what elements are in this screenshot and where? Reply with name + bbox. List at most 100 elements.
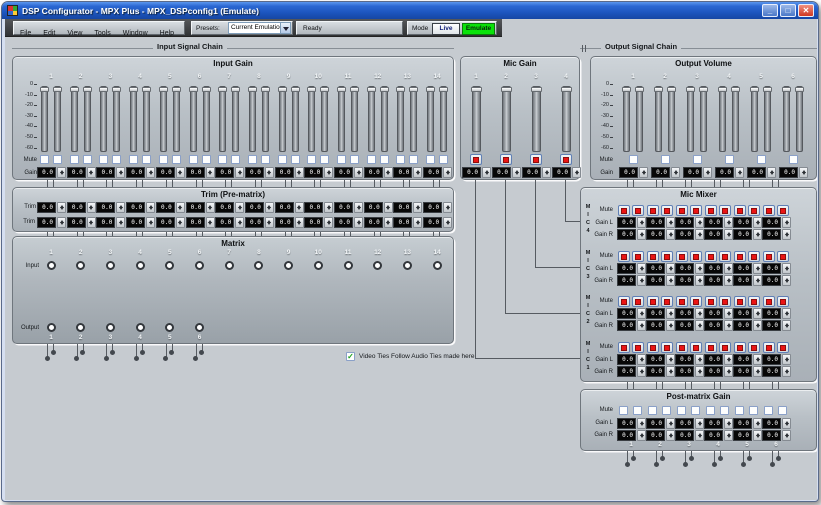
output-volume-5-value[interactable]: 0.0 bbox=[747, 167, 766, 178]
output-volume-fader-r-2-track[interactable] bbox=[668, 86, 675, 152]
mic-mixer-mute-4-3-l[interactable] bbox=[676, 205, 688, 216]
spinner-down-icon[interactable] bbox=[640, 234, 644, 237]
input-gain-mute-9-l[interactable] bbox=[278, 155, 287, 164]
spinner-down-icon[interactable] bbox=[60, 172, 64, 175]
post-matrix-gain-l-4-value[interactable]: 0.0 bbox=[704, 418, 723, 429]
input-gain-fader-r-2-thumb[interactable] bbox=[83, 87, 92, 92]
mic-mixer-mute-2-5-l[interactable] bbox=[734, 296, 746, 307]
input-gain-7-value[interactable]: 0.0 bbox=[215, 167, 234, 178]
mic-mixer-2-gain-r-4-spinner[interactable] bbox=[724, 320, 733, 331]
input-gain-mute-6-l[interactable] bbox=[189, 155, 198, 164]
mic-mixer-1-gain-l-4-spinner[interactable] bbox=[724, 354, 733, 365]
mic-mixer-2-gain-r-3-value[interactable]: 0.0 bbox=[675, 320, 694, 331]
spinner-down-icon[interactable] bbox=[669, 234, 673, 237]
post-matrix-gain-l-1-value[interactable]: 0.0 bbox=[617, 418, 636, 429]
mic-mixer-4-gain-l-6-spinner[interactable] bbox=[782, 217, 791, 228]
matrix-input-node-7[interactable] bbox=[225, 261, 234, 270]
input-gain-fader-r-5-track[interactable] bbox=[173, 86, 180, 152]
mic-mixer-mute-3-1-l[interactable] bbox=[618, 251, 630, 262]
mic-mixer-2-gain-r-2-spinner[interactable] bbox=[666, 320, 675, 331]
output-volume-fader-r-1-track[interactable] bbox=[636, 86, 643, 152]
output-volume-mute-3[interactable] bbox=[693, 155, 702, 164]
mic-mixer-2-gain-r-3-spinner[interactable] bbox=[695, 320, 704, 331]
matrix-output-node-5[interactable] bbox=[165, 323, 174, 332]
output-volume-fader-l-4-track[interactable] bbox=[719, 86, 726, 152]
mic-mixer-mute-2-3-r[interactable] bbox=[690, 296, 702, 307]
trim-r-14-spinner[interactable] bbox=[443, 217, 452, 228]
input-gain-fader-r-14-track[interactable] bbox=[440, 86, 447, 152]
mic-mixer-4-gain-l-4-value[interactable]: 0.0 bbox=[704, 217, 723, 228]
spinner-down-icon[interactable] bbox=[770, 172, 774, 175]
post-matrix-mute-4-l[interactable] bbox=[706, 406, 715, 415]
spinner-down-icon[interactable] bbox=[669, 313, 673, 316]
matrix-input-node-1[interactable] bbox=[47, 261, 56, 270]
spinner-down-icon[interactable] bbox=[446, 207, 450, 210]
spinner-down-icon[interactable] bbox=[669, 268, 673, 271]
input-gain-mute-4-l[interactable] bbox=[129, 155, 138, 164]
mic-mixer-3-gain-l-5-value[interactable]: 0.0 bbox=[733, 263, 752, 274]
input-gain-11-value[interactable]: 0.0 bbox=[334, 167, 353, 178]
mic-mixer-4-gain-l-5-value[interactable]: 0.0 bbox=[733, 217, 752, 228]
close-button[interactable]: ✕ bbox=[798, 4, 814, 17]
output-volume-fader-l-5-thumb[interactable] bbox=[750, 87, 759, 92]
trim-r-3-spinner[interactable] bbox=[116, 217, 125, 228]
trim-r-13-spinner[interactable] bbox=[413, 217, 422, 228]
mic-mixer-mute-2-6-r[interactable] bbox=[777, 296, 789, 307]
mic-mixer-3-gain-l-2-spinner[interactable] bbox=[666, 263, 675, 274]
input-gain-mute-11-r[interactable] bbox=[350, 155, 359, 164]
post-matrix-gain-r-1-spinner[interactable] bbox=[637, 430, 646, 441]
spinner-down-icon[interactable] bbox=[669, 222, 673, 225]
matrix-input-node-4[interactable] bbox=[136, 261, 145, 270]
mic-mixer-3-gain-l-3-spinner[interactable] bbox=[695, 263, 704, 274]
input-gain-fader-r-3-thumb[interactable] bbox=[112, 87, 121, 92]
trim-r-11-spinner[interactable] bbox=[354, 217, 363, 228]
output-volume-4-spinner[interactable] bbox=[735, 167, 744, 178]
output-volume-fader-l-6-thumb[interactable] bbox=[782, 87, 791, 92]
output-volume-fader-r-6-track[interactable] bbox=[796, 86, 803, 152]
mic-mixer-mute-1-4-l[interactable] bbox=[705, 342, 717, 353]
mic-mixer-4-gain-l-3-spinner[interactable] bbox=[695, 217, 704, 228]
input-gain-mute-7-l[interactable] bbox=[218, 155, 227, 164]
input-gain-13-spinner[interactable] bbox=[413, 167, 422, 178]
matrix-input-node-12[interactable] bbox=[373, 261, 382, 270]
mic-mixer-1-gain-l-2-spinner[interactable] bbox=[666, 354, 675, 365]
trim-l-3-value[interactable]: 0.0 bbox=[96, 202, 115, 213]
spinner-down-icon[interactable] bbox=[640, 222, 644, 225]
output-volume-fader-l-2-track[interactable] bbox=[655, 86, 662, 152]
spinner-down-icon[interactable] bbox=[756, 313, 760, 316]
mic-mixer-1-gain-l-5-value[interactable]: 0.0 bbox=[733, 354, 752, 365]
input-gain-fader-l-9-thumb[interactable] bbox=[278, 87, 287, 92]
post-matrix-gain-r-6-value[interactable]: 0.0 bbox=[762, 430, 781, 441]
input-gain-fader-r-4-thumb[interactable] bbox=[142, 87, 151, 92]
mic-mixer-4-gain-l-1-value[interactable]: 0.0 bbox=[617, 217, 636, 228]
mic-mixer-2-gain-r-5-value[interactable]: 0.0 bbox=[733, 320, 752, 331]
spinner-down-icon[interactable] bbox=[756, 359, 760, 362]
mic-mixer-4-gain-r-6-spinner[interactable] bbox=[782, 229, 791, 240]
mic-mixer-mute-1-3-l[interactable] bbox=[676, 342, 688, 353]
spinner-down-icon[interactable] bbox=[802, 172, 806, 175]
trim-l-5-value[interactable]: 0.0 bbox=[156, 202, 175, 213]
trim-l-14-spinner[interactable] bbox=[443, 202, 452, 213]
mic-mixer-mute-2-4-r[interactable] bbox=[719, 296, 731, 307]
mic-mixer-3-gain-l-6-spinner[interactable] bbox=[782, 263, 791, 274]
trim-r-5-spinner[interactable] bbox=[176, 217, 185, 228]
spinner-down-icon[interactable] bbox=[515, 172, 519, 175]
input-gain-fader-l-7-thumb[interactable] bbox=[218, 87, 227, 92]
trim-r-1-spinner[interactable] bbox=[57, 217, 66, 228]
input-gain-12-value[interactable]: 0.0 bbox=[364, 167, 383, 178]
trim-l-7-value[interactable]: 0.0 bbox=[215, 202, 234, 213]
spinner-down-icon[interactable] bbox=[297, 207, 301, 210]
input-gain-mute-10-r[interactable] bbox=[320, 155, 329, 164]
mic-mixer-4-gain-r-2-value[interactable]: 0.0 bbox=[646, 229, 665, 240]
input-gain-mute-6-r[interactable] bbox=[202, 155, 211, 164]
post-matrix-gain-r-2-spinner[interactable] bbox=[666, 430, 675, 441]
mic-gain-fader-1-track[interactable] bbox=[472, 86, 481, 152]
mic-mixer-2-gain-r-1-value[interactable]: 0.0 bbox=[617, 320, 636, 331]
input-gain-8-spinner[interactable] bbox=[265, 167, 274, 178]
mic-mixer-mute-2-1-r[interactable] bbox=[632, 296, 644, 307]
mic-gain-4-spinner[interactable] bbox=[572, 167, 581, 178]
input-gain-mute-5-r[interactable] bbox=[172, 155, 181, 164]
mic-mixer-2-gain-l-2-value[interactable]: 0.0 bbox=[646, 308, 665, 319]
spinner-down-icon[interactable] bbox=[640, 359, 644, 362]
output-volume-fader-r-5-track[interactable] bbox=[764, 86, 771, 152]
